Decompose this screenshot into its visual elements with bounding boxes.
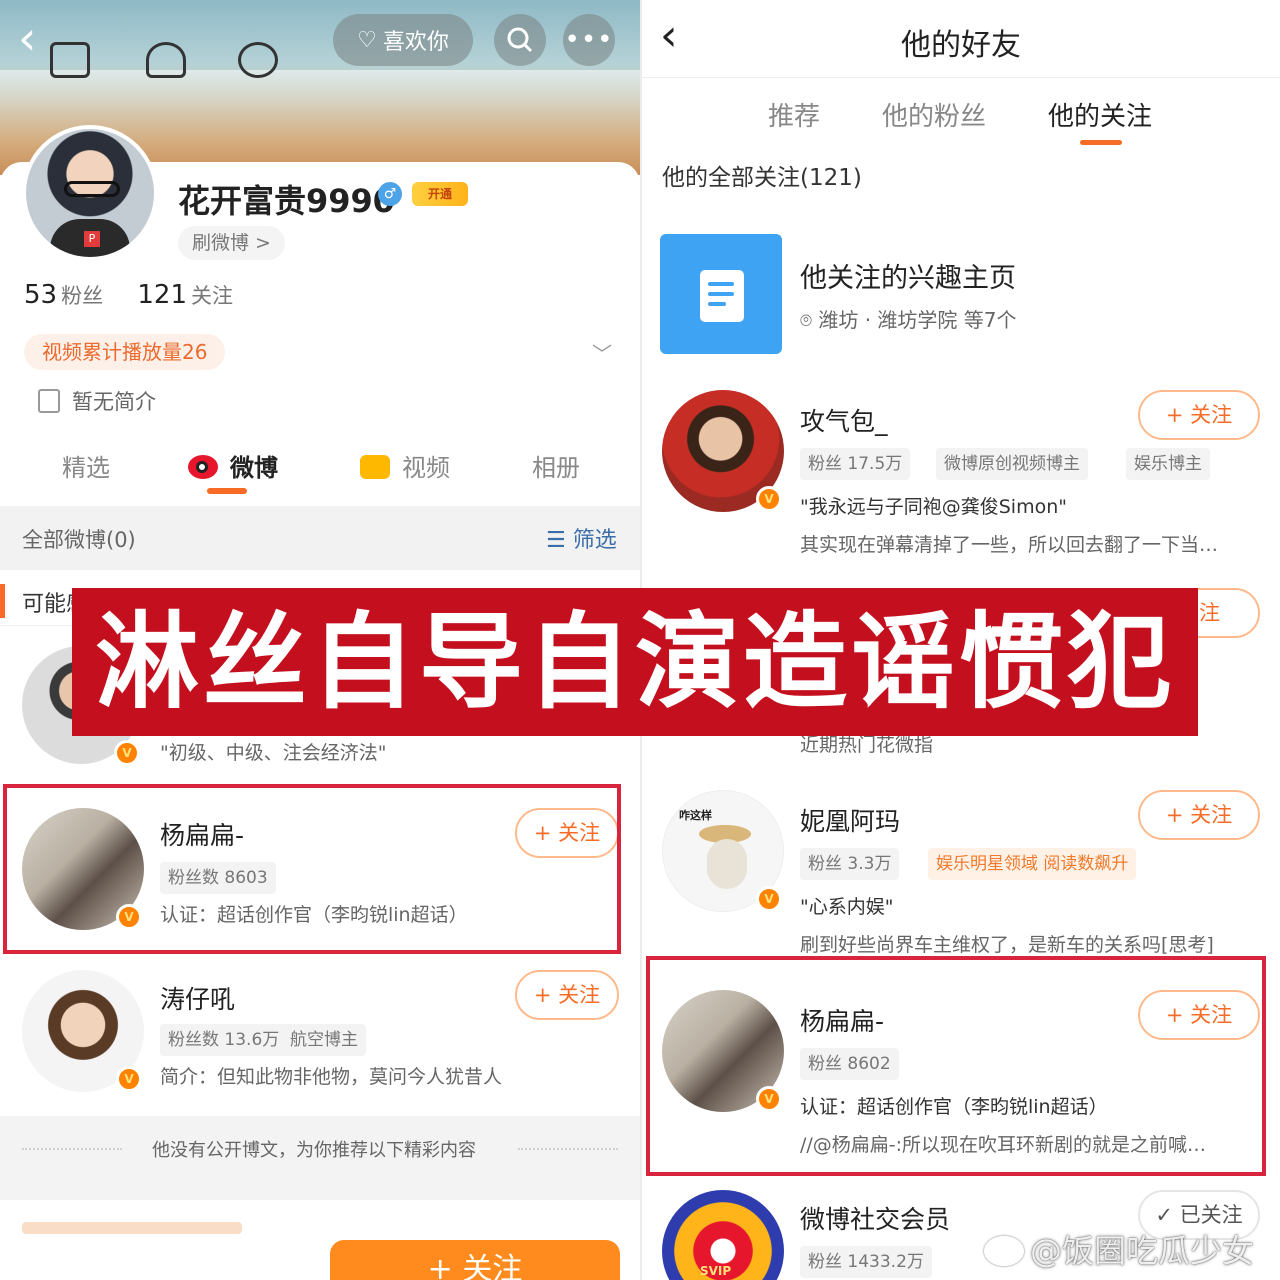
- video-icon: [360, 455, 390, 479]
- tab-featured[interactable]: 精选: [62, 448, 110, 483]
- shua-weibo-link[interactable]: 刷微博 >: [178, 226, 285, 260]
- no-public-posts-notice: 他没有公开博文，为你推荐以下精彩内容: [0, 1116, 640, 1200]
- interest-location-text: 潍坊 · 潍坊学院 等7个: [818, 308, 1017, 332]
- shua-weibo-label: 刷微博 >: [192, 232, 271, 254]
- video-play-label: 视频累计播放量26: [42, 340, 208, 364]
- weibo-icon: [188, 455, 218, 479]
- verified-badge-icon: V: [756, 886, 782, 912]
- bottom-follow-button[interactable]: + 关注: [330, 1240, 620, 1280]
- tab-weibo-label: 微博: [230, 454, 278, 482]
- profile-stats: 53 粉丝 121 关注: [24, 280, 259, 310]
- more-button[interactable]: •••: [563, 14, 615, 66]
- active-tab-underline: [207, 488, 247, 494]
- highlight-box: [646, 956, 1266, 1176]
- tab-recommend[interactable]: 推荐: [768, 96, 820, 133]
- active-tab-underline: [1080, 140, 1122, 145]
- more-icon: •••: [564, 25, 614, 55]
- user-name[interactable]: 涛仔吼: [160, 980, 235, 1016]
- overlay-caption: 淋丝自导自演造谣惯犯: [72, 588, 1198, 736]
- vip-badge[interactable]: 开通: [412, 182, 468, 206]
- hot-tag: 娱乐明星领域 阅读数飙升: [928, 848, 1137, 880]
- page-title: 他的好友: [901, 28, 1021, 63]
- video-play-badge[interactable]: 视频累计播放量26: [24, 334, 226, 370]
- user-description: 简介：但知此物非他物，莫问今人犹昔人: [160, 1066, 503, 1088]
- user-tag: 娱乐博主: [1126, 448, 1210, 480]
- profile-username: 花开富贵9990: [178, 182, 396, 220]
- interest-page-location: ⌾ 潍坊 · 潍坊学院 等7个: [800, 304, 1017, 333]
- user-avatar[interactable]: SVIP: [662, 1190, 784, 1280]
- message-icon[interactable]: [50, 42, 90, 78]
- verified-badge-icon: V: [116, 1066, 142, 1092]
- follow-button[interactable]: + 关注: [1138, 390, 1260, 440]
- tab-his-fans[interactable]: 他的粉丝: [882, 96, 986, 133]
- filter-bar: 全部微博(0) ☰ 筛选: [0, 506, 640, 570]
- svip-badge: SVIP: [700, 1264, 732, 1278]
- user-tag: 粉丝数 13.6万: [160, 1024, 288, 1056]
- vip-label: 开通: [427, 187, 452, 201]
- user-name[interactable]: 攻气包_: [800, 402, 888, 438]
- no-public-posts-text: 他没有公开博文，为你推荐以下精彩内容: [152, 1140, 476, 1161]
- interest-page-title[interactable]: 他关注的兴趣主页: [800, 256, 1016, 295]
- user-latest-post: 其实现在弹幕清掉了一些，所以回去翻了一下当…: [800, 534, 1219, 556]
- search-button[interactable]: [494, 14, 546, 66]
- weibo-watermark-icon: [984, 1236, 1024, 1266]
- user-name[interactable]: 微博社交会员: [800, 1200, 950, 1236]
- user-tag: 粉丝 17.5万: [800, 448, 911, 480]
- intro-text: 暂无简介: [72, 390, 156, 414]
- highlight-box: [3, 784, 621, 954]
- watermark: @饭圈吃瓜少女: [984, 1226, 1254, 1272]
- user-quote: "心系内娱": [800, 896, 894, 918]
- user-tag: 粉丝 3.3万: [800, 848, 900, 880]
- user-quote: "我永远与子同袍@龚俊Simon": [800, 496, 1067, 518]
- user-tag: 航空博主: [282, 1024, 366, 1056]
- user-description: "初级、中级、注会经济法": [160, 742, 387, 764]
- filter-button[interactable]: ☰ 筛选: [546, 522, 617, 554]
- notification-bell-icon[interactable]: [146, 42, 186, 78]
- all-follows-count: 他的全部关注(121): [662, 165, 862, 191]
- friends-header: ‹ 他的好友: [642, 0, 1280, 78]
- fans-label[interactable]: 粉丝: [61, 284, 103, 308]
- document-icon: [38, 389, 60, 413]
- tab-video-label: 视频: [402, 454, 450, 482]
- filter-label: 筛选: [572, 528, 617, 553]
- sticker-text: 咋这样: [679, 809, 712, 822]
- fans-count[interactable]: 53: [24, 280, 57, 310]
- verified-badge-icon: V: [756, 486, 782, 512]
- gender-male-icon: ♂: [378, 182, 402, 206]
- user-tag: 粉丝 1433.2万: [800, 1246, 932, 1278]
- like-label: 喜欢你: [382, 30, 449, 55]
- interest-page-icon[interactable]: [660, 234, 782, 354]
- tab-album[interactable]: 相册: [532, 448, 580, 483]
- user-tag: 微博原创视频博主: [936, 448, 1088, 480]
- like-icon: ♡: [357, 27, 377, 53]
- follow-label[interactable]: 关注: [191, 284, 233, 308]
- profile-intro: 暂无简介: [38, 386, 156, 416]
- verified-badge-icon: V: [114, 740, 140, 766]
- like-button[interactable]: ♡ 喜欢你: [333, 14, 473, 66]
- tab-video[interactable]: 视频: [360, 448, 450, 483]
- tab-weibo[interactable]: 微博: [188, 448, 278, 483]
- chevron-down-icon[interactable]: ﹀: [592, 338, 612, 366]
- follow-button[interactable]: + 关注: [515, 970, 619, 1020]
- chevron-up-icon[interactable]: [238, 42, 278, 78]
- profile-tabs: 精选 微博 视频 相册: [0, 440, 640, 506]
- all-weibo-count: 全部微博(0): [22, 528, 136, 552]
- filter-icon: ☰: [546, 528, 573, 553]
- watermark-text: @饭圈吃瓜少女: [1030, 1232, 1255, 1270]
- user-name[interactable]: 妮凰阿玛: [800, 802, 900, 838]
- profile-avatar[interactable]: P: [22, 125, 158, 261]
- user-latest-post: 刷到好些尚界车主维权了，是新车的关系吗[思考]: [800, 934, 1214, 956]
- tab-his-follows[interactable]: 他的关注: [1048, 96, 1152, 133]
- location-pin-icon: ⌾: [800, 308, 819, 332]
- follow-button[interactable]: + 关注: [1138, 790, 1260, 840]
- follow-count[interactable]: 121: [137, 280, 187, 310]
- search-icon: [507, 27, 533, 53]
